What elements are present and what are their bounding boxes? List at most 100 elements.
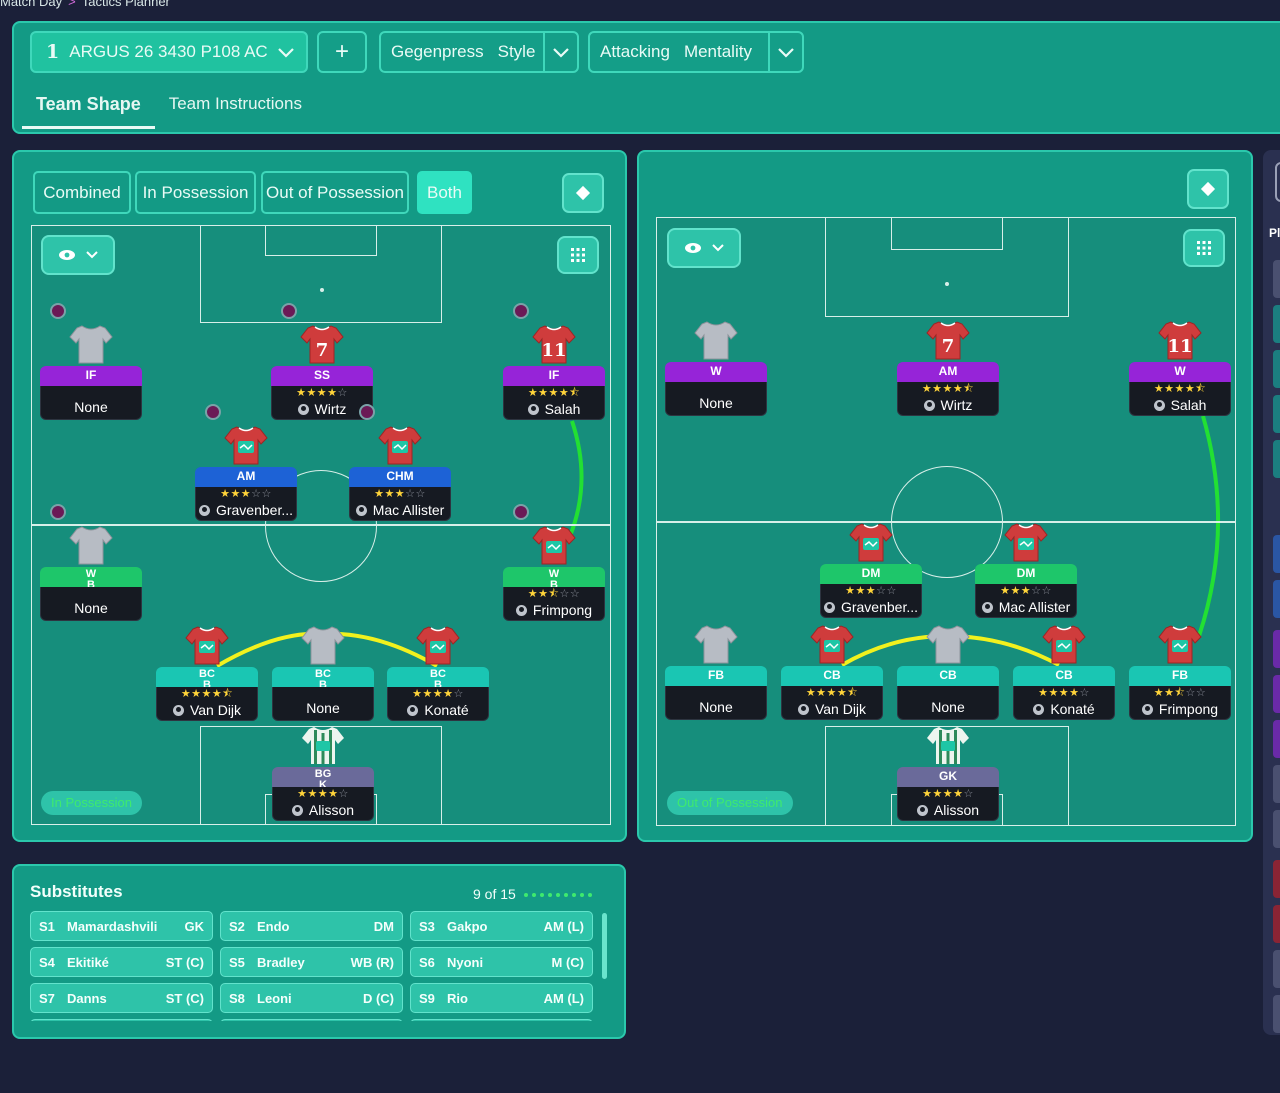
edge-row[interactable]	[1273, 350, 1280, 388]
chevron-down-icon[interactable]	[543, 33, 577, 71]
substitute-position: DM	[373, 918, 394, 934]
substitute-item[interactable]: S2 Endo DM	[220, 911, 403, 941]
player-card[interactable]: W B ★★⯪☆☆ Frimpong	[503, 504, 605, 621]
substitutes-scrollbar[interactable]	[602, 913, 607, 979]
edge-row[interactable]	[1273, 810, 1280, 848]
player-card[interactable]: FB ★★⯪☆☆ Frimpong	[1129, 625, 1231, 720]
substitute-item[interactable]: S5 Bradley WB (R)	[220, 947, 403, 977]
tab-team-instructions[interactable]: Team Instructions	[155, 83, 316, 129]
edge-row[interactable]	[1273, 395, 1280, 433]
substitute-slot: S6	[419, 954, 435, 970]
substitute-item[interactable]	[30, 1019, 213, 1021]
substitute-item[interactable]: S4 Ekitiké ST (C)	[30, 947, 213, 977]
edge-row[interactable]	[1273, 950, 1280, 988]
player-card[interactable]: AM ★★★☆☆ Gravenber...	[195, 404, 297, 521]
player-card[interactable]: BG K ★★★★☆ Alisson	[272, 727, 374, 821]
player-card[interactable]: GK ★★★★☆ Alisson	[897, 727, 999, 821]
player-card[interactable]: W B None	[40, 504, 142, 621]
edge-row[interactable]	[1273, 995, 1280, 1033]
mode-combined[interactable]: Combined	[33, 171, 131, 214]
eraser-icon[interactable]	[562, 173, 604, 213]
substitute-item[interactable]	[220, 1019, 403, 1021]
edge-button[interactable]	[1275, 162, 1280, 202]
substitute-item[interactable]: S3 Gakpo AM (L)	[410, 911, 593, 941]
breadcrumb-parent[interactable]: Match Day	[0, 0, 62, 9]
instruction-indicator-icon[interactable]	[50, 504, 66, 520]
player-card[interactable]: BC B None	[272, 626, 374, 721]
edge-row[interactable]	[1273, 580, 1280, 618]
substitute-name: Danns	[67, 990, 107, 1006]
player-card[interactable]: DM ★★★☆☆ Mac Allister	[975, 523, 1077, 618]
visibility-toggle[interactable]	[41, 235, 115, 275]
svg-text:11: 11	[1167, 336, 1192, 357]
player-card[interactable]: BC B ★★★★⯪ Van Dijk	[156, 626, 258, 721]
edge-row[interactable]	[1273, 305, 1280, 343]
instruction-indicator-icon[interactable]	[50, 303, 66, 319]
person-icon	[981, 602, 993, 613]
chevron-down-icon[interactable]	[768, 33, 802, 71]
mentality-select[interactable]: Attacking Mentality	[588, 31, 804, 73]
player-card[interactable]: CHM ★★★☆☆ Mac Allister	[349, 404, 451, 521]
substitute-item[interactable]: S9 Rio AM (L)	[410, 983, 593, 1013]
person-icon	[923, 400, 935, 411]
mode-out-of-possession[interactable]: Out of Possession	[261, 171, 409, 214]
substitute-item[interactable]: S8 Leoni D (C)	[220, 983, 403, 1013]
mode-both[interactable]: Both	[417, 171, 472, 214]
player-card[interactable]: 11 IF ★★★★⯪ Salah	[503, 303, 605, 420]
player-card[interactable]: DM ★★★☆☆ Gravenber...	[820, 523, 922, 618]
instruction-indicator-icon[interactable]	[513, 504, 529, 520]
edge-row[interactable]	[1273, 675, 1280, 713]
edge-row[interactable]	[1273, 860, 1280, 898]
edge-row[interactable]	[1273, 630, 1280, 668]
edge-row[interactable]	[1273, 535, 1280, 573]
substitute-item[interactable]: S7 Danns ST (C)	[30, 983, 213, 1013]
player-name: Gravenber...	[821, 599, 921, 615]
player-card[interactable]: CB None	[897, 625, 999, 720]
person-icon	[1033, 704, 1045, 715]
edge-row[interactable]	[1273, 440, 1280, 478]
player-card[interactable]: CB ★★★★⯪ Van Dijk	[781, 625, 883, 720]
role-label: AM	[195, 467, 297, 487]
player-card[interactable]: 7 AM ★★★★⯪ Wirtz	[897, 321, 999, 416]
visibility-toggle[interactable]	[667, 228, 741, 268]
instruction-indicator-icon[interactable]	[359, 404, 375, 420]
substitute-item[interactable]: S6 Nyoni M (C)	[410, 947, 593, 977]
edge-row[interactable]	[1273, 765, 1280, 803]
out-of-possession-panel: Out of Possession W None 7 AM ★★★★⯪ Wirtz 11 W ★…	[637, 150, 1253, 842]
instruction-indicator-icon[interactable]	[205, 404, 221, 420]
substitute-item[interactable]	[410, 1019, 593, 1021]
player-name: Mac Allister	[976, 599, 1076, 615]
player-card[interactable]: IF None	[40, 303, 142, 420]
style-select[interactable]: Gegenpress Style	[379, 31, 579, 73]
edge-row[interactable]	[1273, 905, 1280, 943]
tab-team-shape[interactable]: Team Shape	[22, 83, 155, 129]
player-card[interactable]: 11 W ★★★★⯪ Salah	[1129, 321, 1231, 416]
player-card[interactable]: FB None	[665, 625, 767, 720]
player-card[interactable]: 7 SS ★★★★☆ Wirtz	[271, 303, 373, 420]
player-info: ★★⯪☆☆ Frimpong	[503, 587, 605, 621]
tactic-select[interactable]: 1 ARGUS 26 3430 P108 AC	[30, 31, 308, 73]
player-card[interactable]: BC B ★★★★☆ Konaté	[387, 626, 489, 721]
instruction-indicator-icon[interactable]	[513, 303, 529, 319]
grid-icon[interactable]	[557, 236, 599, 274]
eraser-icon[interactable]	[1187, 169, 1229, 209]
chevron-down-icon[interactable]	[266, 33, 306, 71]
substitute-name: Leoni	[257, 990, 292, 1006]
mode-in-possession[interactable]: In Possession	[135, 171, 256, 214]
grid-icon[interactable]	[1183, 229, 1225, 267]
substitute-position: GK	[184, 918, 205, 934]
add-tactic-button[interactable]: +	[317, 31, 367, 73]
breadcrumb-current: Tactics Planner	[81, 0, 170, 9]
capacity-dot	[548, 893, 552, 897]
role-label: IF	[40, 366, 142, 386]
player-card[interactable]: W None	[665, 321, 767, 416]
shirt-icon	[1041, 623, 1087, 665]
edge-row[interactable]	[1273, 720, 1280, 758]
capacity-dot	[556, 893, 560, 897]
player-card[interactable]: CB ★★★★☆ Konaté	[1013, 625, 1115, 720]
role-label: BC B	[272, 667, 374, 687]
tactic-header: 1 ARGUS 26 3430 P108 AC + Gegenpress Sty…	[12, 21, 1280, 134]
edge-row[interactable]	[1273, 260, 1280, 298]
instruction-indicator-icon[interactable]	[281, 303, 297, 319]
substitute-item[interactable]: S1 Mamardashvili GK	[30, 911, 213, 941]
